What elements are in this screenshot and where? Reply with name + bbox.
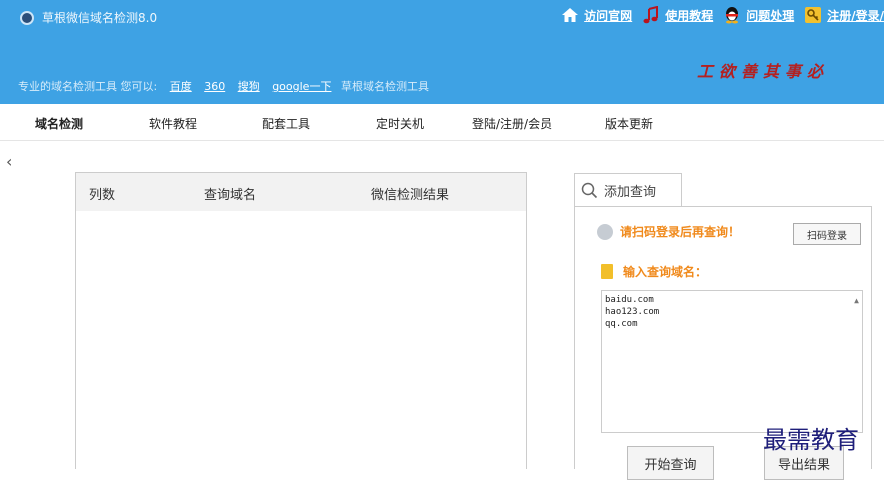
app-logo-icon — [20, 11, 34, 25]
domain-line: baidu.com — [605, 295, 654, 305]
key-icon — [805, 7, 822, 23]
domain-line: hao123.com — [605, 307, 660, 317]
music-note-icon — [643, 6, 659, 24]
column-header-index: 列数 — [89, 188, 116, 203]
login-prompt: 请扫码登录后再查询！ — [597, 223, 740, 240]
visit-website-link[interactable]: 访问官网 — [561, 6, 632, 24]
register-login-label: 注册/登录/ — [827, 8, 884, 23]
enter-domain-label: 输入查询域名： — [623, 265, 708, 279]
watermark-text: 最需教育 — [763, 426, 859, 454]
results-table: 列数 查询域名 微信检测结果 — [75, 172, 527, 469]
tab-tools[interactable]: 配套工具 — [262, 115, 310, 132]
scan-login-button[interactable]: 扫码登录 — [793, 223, 861, 245]
enter-domain-label-row: 输入查询域名： — [601, 263, 707, 280]
slogan-art-text: 工欲善其事必 — [697, 62, 830, 81]
title-bar: 草根微信域名检测8.0 访问官网 使用教程 问题处理 注册/登录/ 专业的域名检… — [0, 0, 884, 104]
app-title: 草根微信域名检测8.0 — [42, 11, 158, 25]
search-icon — [581, 182, 598, 198]
top-links: 访问官网 使用教程 问题处理 注册/登录/ — [561, 6, 884, 24]
column-header-wechat-result: 微信检测结果 — [371, 188, 450, 203]
tab-login-register-member[interactable]: 登陆/注册/会员 — [472, 115, 552, 132]
slogan-intro: 专业的域名检测工具 您可以: — [18, 80, 158, 93]
slogan-bar: 专业的域名检测工具 您可以: 百度 360 搜狗 google一下 草根域名检测… — [18, 78, 429, 94]
register-login-link[interactable]: 注册/登录/ — [804, 6, 884, 24]
slogan-tail: 草根域名检测工具 — [340, 80, 429, 93]
user-avatar-icon — [597, 223, 613, 240]
start-query-button[interactable]: 开始查询 — [627, 446, 714, 480]
back-arrow-icon[interactable]: ‹ — [6, 152, 12, 171]
sogou-link[interactable]: 搜狗 — [238, 80, 260, 93]
tutorial-label: 使用教程 — [665, 8, 714, 23]
tab-software-tutorial[interactable]: 软件教程 — [149, 115, 197, 132]
tab-version-update[interactable]: 版本更新 — [605, 115, 653, 132]
360-link[interactable]: 360 — [204, 80, 225, 93]
problem-handling-link[interactable]: 问题处理 — [723, 6, 794, 24]
domain-line: qq.com — [605, 319, 638, 329]
login-prompt-text: 请扫码登录后再查询！ — [620, 225, 741, 239]
results-table-header: 列数 查询域名 微信检测结果 — [76, 173, 526, 211]
baidu-link[interactable]: 百度 — [170, 80, 192, 93]
home-icon — [562, 8, 579, 22]
add-query-tab[interactable]: 添加查询 — [574, 173, 682, 206]
google-link[interactable]: google一下 — [272, 80, 331, 93]
visit-website-label: 访问官网 — [584, 8, 633, 23]
column-header-domain: 查询域名 — [204, 188, 257, 203]
tab-scheduled-shutdown[interactable]: 定时关机 — [376, 115, 424, 132]
qq-penguin-icon — [726, 7, 739, 24]
problem-handling-label: 问题处理 — [746, 8, 795, 23]
tutorial-link[interactable]: 使用教程 — [642, 6, 713, 24]
add-query-label: 添加查询 — [604, 184, 657, 200]
tab-domain-check[interactable]: 域名检测 — [35, 115, 83, 132]
main-tabs: 域名检测 软件教程 配套工具 定时关机 登陆/注册/会员 版本更新 — [0, 104, 884, 141]
scroll-up-arrow-icon[interactable]: ▲ — [854, 295, 859, 307]
domain-input-textarea[interactable]: baidu.com hao123.com qq.com ▲ — [601, 290, 863, 433]
document-icon — [601, 264, 613, 279]
